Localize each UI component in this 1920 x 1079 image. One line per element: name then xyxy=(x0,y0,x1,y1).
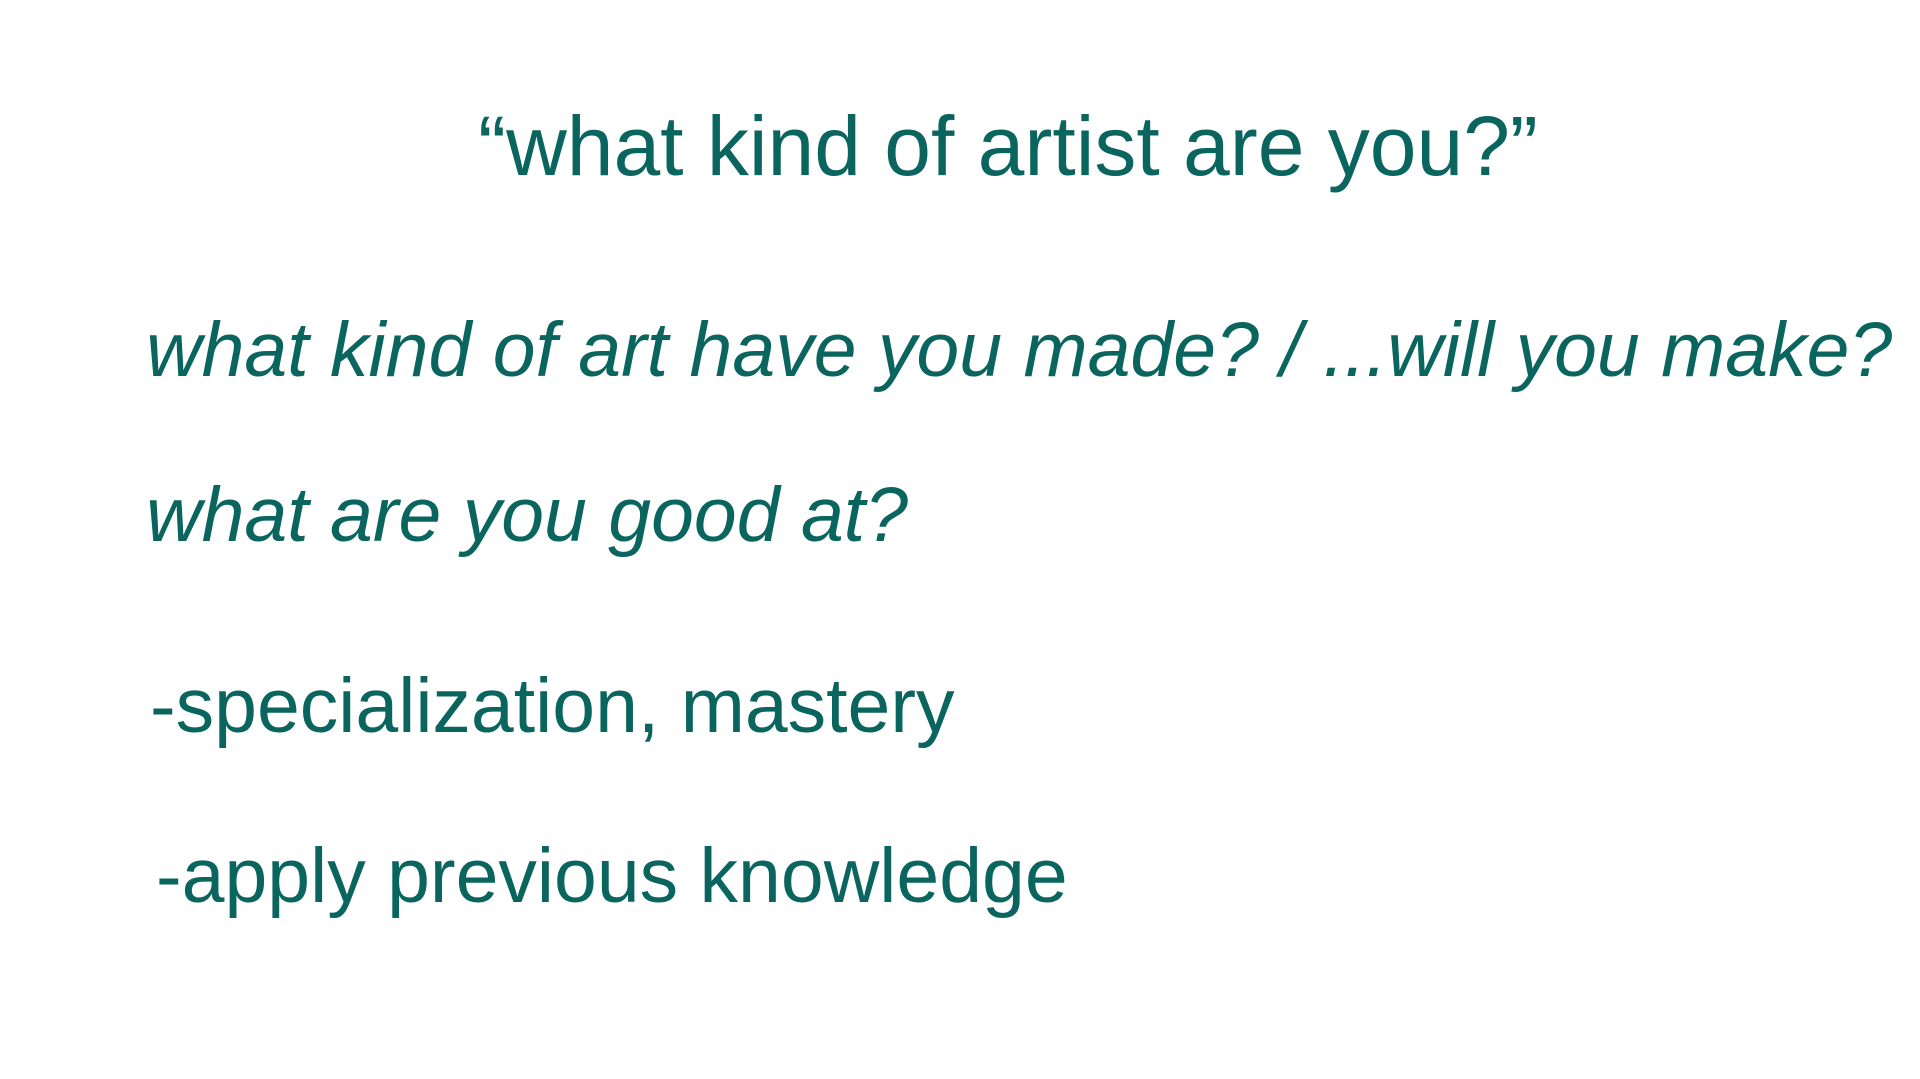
point-specialization: -specialization, mastery xyxy=(150,663,955,749)
slide: “what kind of artist are you?” what kind… xyxy=(0,0,1920,1079)
point-previous-knowledge: -apply previous knowledge xyxy=(156,833,1068,919)
question-good-at: what are you good at? xyxy=(146,472,908,558)
question-art-made: what kind of art have you made? / ...wil… xyxy=(146,307,1893,393)
slide-title: “what kind of artist are you?” xyxy=(478,99,1538,193)
